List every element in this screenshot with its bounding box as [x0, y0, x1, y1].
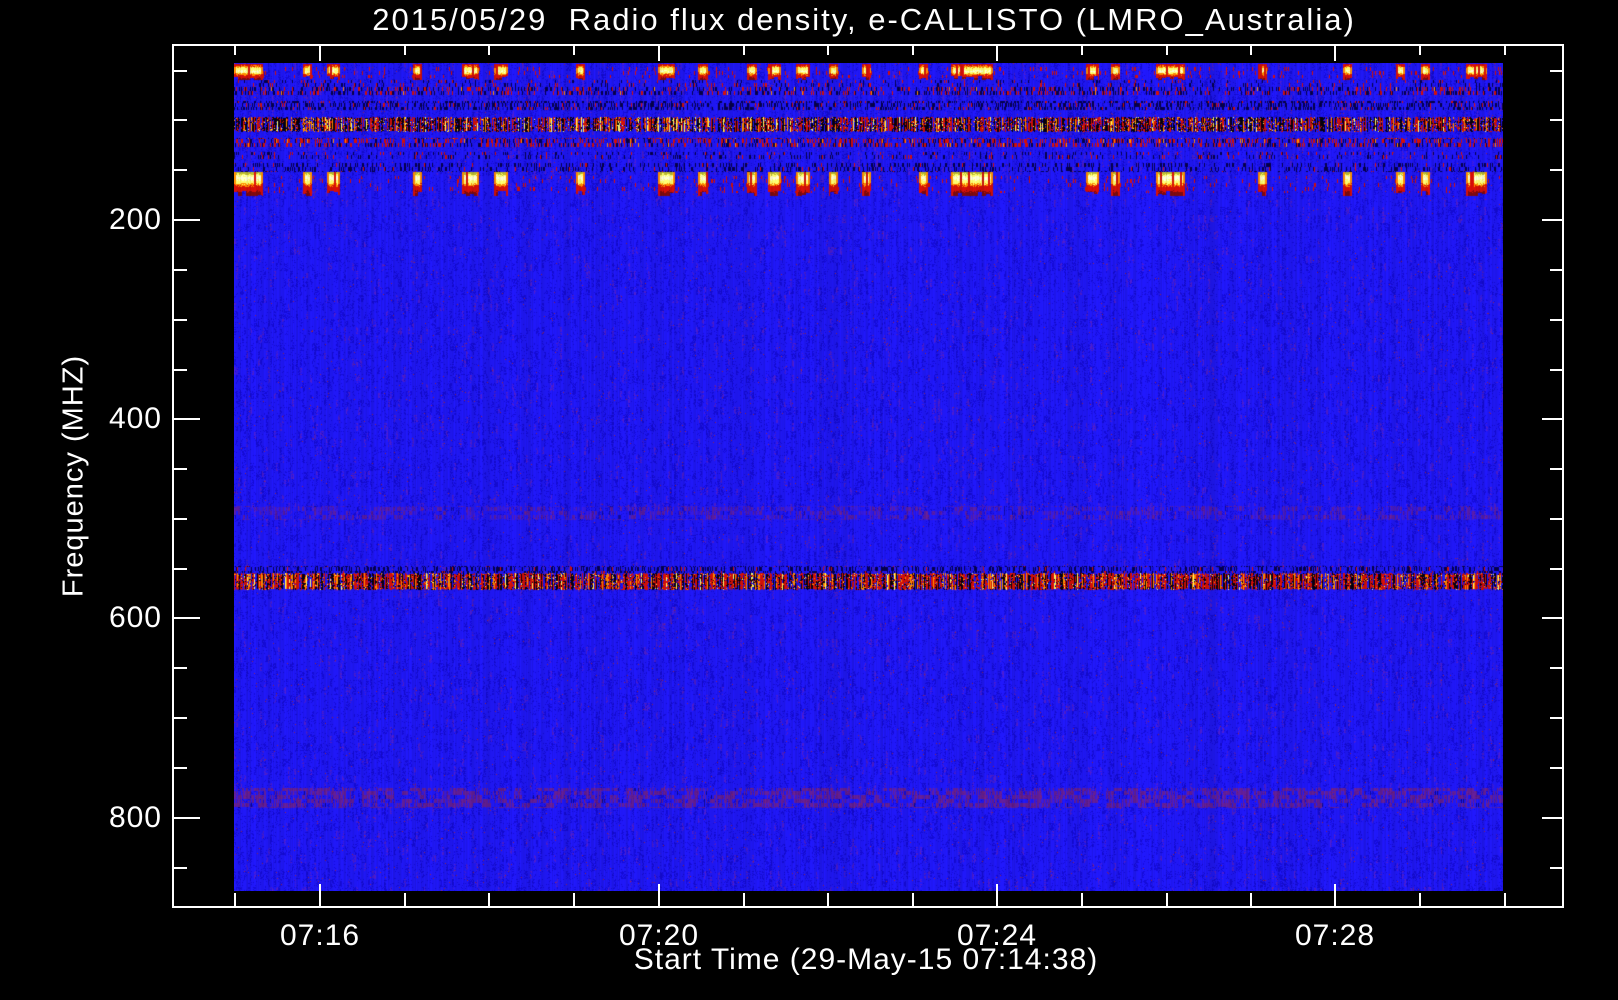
y-tick-label: 800: [108, 801, 162, 834]
y-tick-minor-right: [1550, 169, 1562, 171]
spectrogram-canvas: [234, 63, 1503, 891]
y-tick-minor-left: [174, 119, 187, 121]
x-tick-minor-top: [1250, 46, 1252, 55]
y-tick-major-right: [1542, 617, 1562, 619]
y-tick-minor-right: [1550, 867, 1562, 869]
y-tick-minor-right: [1550, 269, 1562, 271]
y-tick-minor-left: [174, 518, 187, 520]
x-tick-minor-bottom: [488, 893, 490, 906]
x-tick-major-top: [1334, 46, 1336, 61]
y-tick-major-right: [1542, 418, 1562, 420]
spectrogram-page: 2015/05/29 Radio flux density, e-CALLIST…: [0, 0, 1618, 1000]
y-tick-minor-right: [1550, 667, 1562, 669]
x-tick-minor-top: [827, 46, 829, 55]
y-tick-minor-right: [1550, 119, 1562, 121]
y-tick-minor-left: [174, 468, 187, 470]
x-tick-major-top: [319, 46, 321, 61]
x-tick-minor-top: [1504, 46, 1506, 55]
x-tick-minor-top: [1081, 46, 1083, 55]
y-tick-minor-right: [1550, 468, 1562, 470]
y-tick-minor-left: [174, 369, 187, 371]
y-tick-minor-left: [174, 70, 187, 72]
chart-title: 2015/05/29 Radio flux density, e-CALLIST…: [372, 2, 1356, 37]
y-tick-minor-right: [1550, 70, 1562, 72]
y-tick-minor-right: [1550, 568, 1562, 570]
x-tick-minor-bottom: [1419, 893, 1421, 906]
x-tick-minor-bottom: [1166, 893, 1168, 906]
y-tick-major-left: [174, 418, 200, 420]
y-tick-minor-right: [1550, 767, 1562, 769]
y-tick-minor-right: [1550, 319, 1562, 321]
y-tick-major-left: [174, 817, 200, 819]
y-tick-minor-right: [1550, 717, 1562, 719]
y-tick-major-right: [1542, 817, 1562, 819]
y-tick-label: 200: [108, 203, 162, 236]
x-tick-major-bottom: [319, 884, 321, 906]
x-tick-major-top: [658, 46, 660, 61]
y-tick-minor-left: [174, 667, 187, 669]
x-tick-label: 07:28: [1294, 919, 1376, 952]
x-tick-label: 07:16: [279, 919, 361, 952]
x-tick-minor-top: [743, 46, 745, 55]
x-tick-minor-bottom: [1250, 893, 1252, 906]
x-tick-major-bottom: [1334, 884, 1336, 906]
x-tick-minor-top: [1419, 46, 1421, 55]
y-tick-minor-left: [174, 568, 187, 570]
x-tick-minor-bottom: [573, 893, 575, 906]
x-tick-minor-bottom: [1504, 893, 1506, 906]
y-tick-minor-left: [174, 169, 187, 171]
x-tick-major-bottom: [996, 884, 998, 906]
x-tick-minor-top: [573, 46, 575, 55]
y-tick-minor-left: [174, 717, 187, 719]
x-tick-major-top: [996, 46, 998, 61]
x-tick-minor-top: [912, 46, 914, 55]
y-tick-major-right: [1542, 219, 1562, 221]
y-tick-minor-left: [174, 867, 187, 869]
x-tick-minor-top: [488, 46, 490, 55]
y-tick-minor-left: [174, 767, 187, 769]
y-tick-label: 400: [108, 402, 162, 435]
y-tick-minor-right: [1550, 369, 1562, 371]
y-tick-major-left: [174, 617, 200, 619]
y-axis-label: Frequency (MHZ): [57, 354, 90, 598]
x-tick-minor-bottom: [234, 893, 236, 906]
x-tick-minor-top: [234, 46, 236, 55]
x-tick-minor-top: [404, 46, 406, 55]
x-tick-minor-bottom: [404, 893, 406, 906]
x-tick-minor-bottom: [912, 893, 914, 906]
x-tick-minor-bottom: [1081, 893, 1083, 906]
y-tick-minor-left: [174, 319, 187, 321]
x-axis-label: Start Time (29-May-15 07:14:38): [633, 943, 1099, 976]
y-tick-label: 600: [108, 601, 162, 634]
y-tick-minor-left: [174, 269, 187, 271]
x-tick-minor-top: [1166, 46, 1168, 55]
y-tick-major-left: [174, 219, 200, 221]
x-tick-minor-bottom: [827, 893, 829, 906]
x-tick-major-bottom: [658, 884, 660, 906]
y-tick-minor-right: [1550, 518, 1562, 520]
x-tick-minor-bottom: [743, 893, 745, 906]
